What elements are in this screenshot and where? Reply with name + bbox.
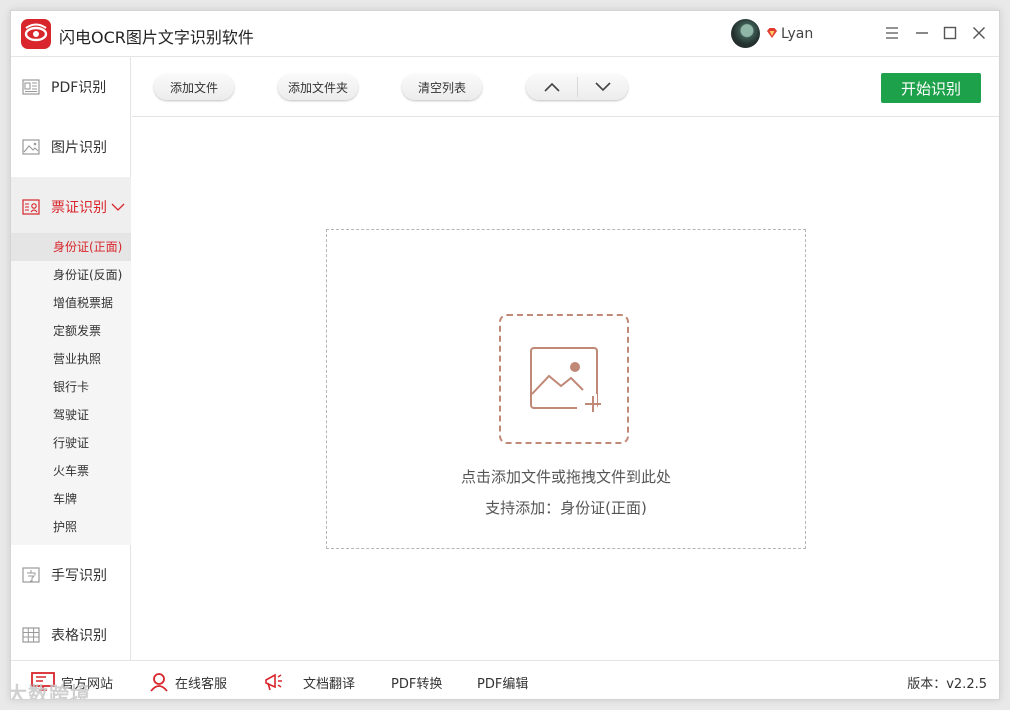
version-label: 版本：v2.2.5 — [907, 677, 987, 692]
doc-translate-label: 文档翻译 — [303, 676, 356, 692]
sidebar: PDF识别 图片识别 票证识别 身份证(正面) 身份证(反面) 增值税票据 定额发票营… — [11, 57, 131, 660]
pdf-edit-link[interactable]: PDF编辑 — [477, 671, 528, 693]
sub-item[interactable]: 行驶证 — [11, 429, 131, 457]
table-icon — [22, 627, 40, 643]
chevron-up-icon — [543, 82, 560, 92]
sidebar-item-label: 表格识别 — [51, 628, 107, 644]
sub-item[interactable]: 定额发票 — [11, 317, 131, 345]
sidebar-item-label: PDF识别 — [51, 80, 107, 96]
sub-item[interactable]: 增值税票据 — [11, 289, 131, 317]
sidebar-item-pdf[interactable]: PDF识别 — [11, 57, 131, 117]
supported-type-text: 支持添加：身份证(正面) — [485, 499, 647, 517]
minimize-icon[interactable] — [912, 23, 932, 43]
sub-item[interactable]: 银行卡 — [11, 373, 131, 401]
bottom-bar: 官方网站 在线客服 文档翻译 PDF转换 PDF编辑 版本：v2.2.5 — [11, 660, 999, 699]
sub-item[interactable]: 身份证(反面) — [11, 261, 131, 289]
move-up-button[interactable] — [526, 74, 577, 100]
app-logo-icon — [21, 19, 51, 49]
online-support-link[interactable]: 在线客服 — [149, 671, 227, 693]
toolbar: 添加文件 添加文件夹 清空列表 开始识别 — [132, 57, 999, 117]
reorder-button-group — [526, 74, 628, 100]
online-support-label: 在线客服 — [175, 676, 228, 692]
add-image-icon — [530, 347, 601, 414]
move-down-button[interactable] — [577, 74, 628, 100]
sidebar-item-label: 图片识别 — [51, 140, 107, 156]
add-file-button[interactable]: 添加文件 — [154, 74, 234, 100]
ticket-sub-list: 身份证(正面) 身份证(反面) 增值税票据 定额发票 营业执照 银行卡 驾驶证 行驶证 火车票车… — [11, 233, 131, 545]
start-recognition-button[interactable]: 开始识别 — [881, 73, 981, 103]
chevron-down-icon — [111, 203, 125, 211]
title-bar: 闪电OCR图片文字识别软件 Lyan — [11, 11, 999, 57]
sidebar-item-ticket[interactable]: 票证识别 — [11, 177, 131, 237]
app-window: 闪电OCR图片文字识别软件 Lyan PDF识别 图片识别 票证识别 身份证(正… — [10, 10, 1000, 700]
close-icon[interactable] — [969, 23, 989, 43]
pdf-icon — [22, 79, 40, 95]
sub-item[interactable]: 车牌 — [11, 485, 131, 513]
sidebar-item-handwriting[interactable]: 手写识别 — [11, 545, 131, 605]
vip-diamond-icon — [767, 28, 777, 38]
clear-list-button[interactable]: 清空列表 — [402, 74, 482, 100]
sub-item[interactable]: 营业执照 — [11, 345, 131, 373]
sub-item[interactable]: 护照 — [11, 513, 131, 541]
pdf-convert-link[interactable]: PDF转换 — [391, 671, 442, 693]
handwriting-icon — [22, 567, 40, 583]
sidebar-item-image[interactable]: 图片识别 — [11, 117, 131, 177]
sidebar-item-label: 手写识别 — [51, 568, 107, 584]
sub-item[interactable]: 驾驶证 — [11, 401, 131, 429]
sub-item[interactable]: 身份证(正面) — [11, 233, 131, 261]
username[interactable]: Lyan — [781, 26, 813, 42]
file-drop-zone[interactable]: 点击添加文件或拖拽文件到此处 支持添加：身份证(正面) — [326, 229, 806, 549]
sub-item[interactable]: 火车票 — [11, 457, 131, 485]
sidebar-item-table[interactable]: 表格识别 — [11, 605, 131, 665]
add-image-frame — [499, 314, 629, 444]
megaphone-icon — [265, 673, 282, 691]
app-title: 闪电OCR图片文字识别软件 — [59, 28, 254, 47]
ticket-scan-icon — [22, 199, 40, 215]
image-icon — [22, 139, 40, 155]
doc-translate-link[interactable]: 文档翻译 — [263, 671, 355, 693]
chevron-down-icon — [594, 82, 611, 92]
customer-service-icon — [150, 673, 168, 692]
sidebar-item-label: 票证识别 — [51, 200, 107, 216]
add-folder-button[interactable]: 添加文件夹 — [278, 74, 358, 100]
drop-hint-text: 点击添加文件或拖拽文件到此处 — [460, 468, 671, 486]
watermark: 大数跨境 — [10, 682, 91, 700]
maximize-icon[interactable] — [940, 23, 960, 43]
menu-icon[interactable] — [882, 23, 902, 43]
avatar[interactable] — [731, 19, 760, 48]
